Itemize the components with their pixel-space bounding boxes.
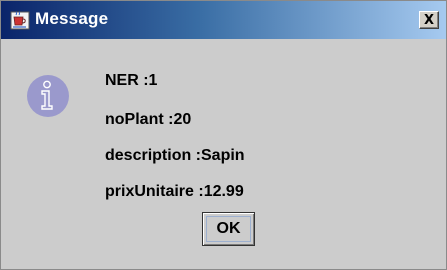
information-icon (27, 75, 69, 117)
message-dialog: Message X NER :1 noPlant :20 description… (0, 0, 447, 270)
message-line-prix-unitaire: prixUnitaire :12.99 (105, 183, 244, 200)
message-line-noplant: noPlant :20 (105, 111, 192, 128)
window-title: Message (35, 9, 109, 28)
title-bar[interactable]: Message X (1, 1, 446, 39)
close-icon: X (423, 12, 435, 28)
java-coffee-cup-icon (10, 11, 30, 30)
ok-button[interactable]: OK (202, 212, 255, 246)
message-line-description: description :Sapin (105, 147, 245, 164)
close-button[interactable]: X (419, 11, 439, 29)
message-line-ner: NER :1 (105, 72, 158, 89)
